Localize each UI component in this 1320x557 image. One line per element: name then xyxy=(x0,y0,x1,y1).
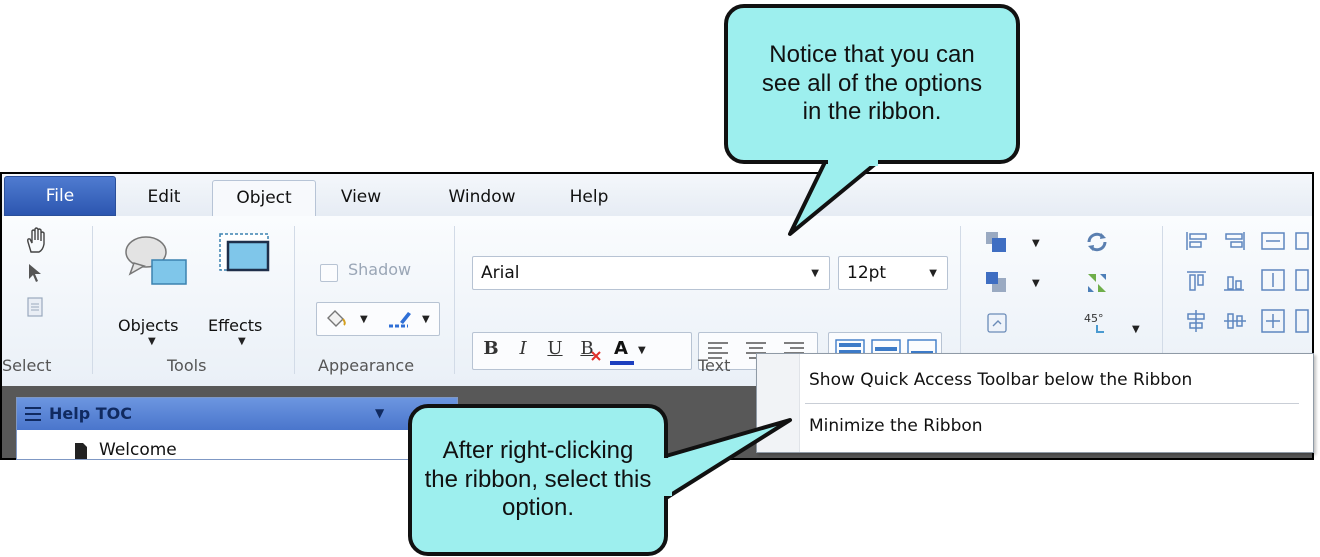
callout-bottom: After right-clicking the ribbon, select … xyxy=(408,404,668,556)
callout-top-text: Notice that you can see all of the optio… xyxy=(761,40,983,126)
callout-top: Notice that you can see all of the optio… xyxy=(724,4,1020,164)
callout-bottom-text: After right-clicking the ribbon, select … xyxy=(424,436,652,522)
callout-top-seam xyxy=(828,156,878,166)
callout-bottom-seam xyxy=(660,458,672,496)
